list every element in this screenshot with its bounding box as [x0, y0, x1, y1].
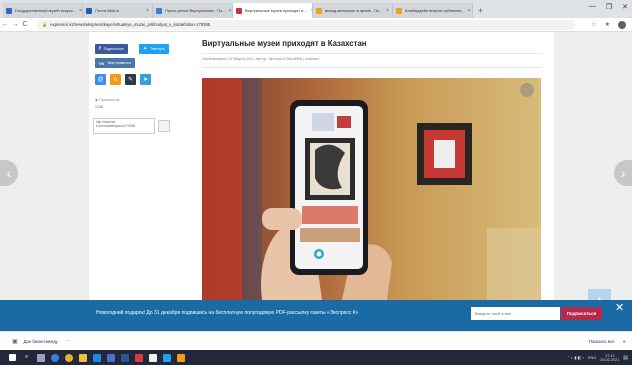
browser-tab[interactable]: Пресс-релиз Виртуальная - По... ×	[153, 3, 233, 18]
back-button[interactable]: ←	[0, 21, 10, 28]
tab-title: Государственный музей искусс...	[15, 8, 77, 13]
tab-title: выезд-материал в архив - По...	[325, 8, 383, 13]
browser-tab[interactable]: Виртуальные музеи приходят в ...×	[233, 3, 313, 18]
chrome-icon[interactable]	[65, 353, 74, 362]
livejournal-share-icon[interactable]: ✎	[125, 74, 136, 85]
tray-icons[interactable]: ⌃ ◐ ▮ ◧ ♪	[567, 355, 584, 360]
tab-close-icon[interactable]: ×	[465, 8, 471, 14]
forward-button[interactable]: →	[10, 21, 20, 28]
download-bar: ▣ Дин бизнесменду ⌃ Показать все ✕	[0, 331, 632, 350]
app-icon[interactable]	[51, 353, 60, 362]
divider	[202, 67, 542, 68]
subscribe-button[interactable]: Подписаться	[561, 307, 602, 320]
tab-favicon-icon	[6, 7, 12, 14]
tab-favicon-icon	[86, 7, 92, 14]
notifications-icon[interactable]: ▤	[623, 355, 628, 361]
extension-icon[interactable]: ★	[605, 21, 610, 28]
copy-link-icon[interactable]	[158, 120, 170, 132]
mailru-share-icon[interactable]: @	[95, 74, 106, 85]
article-photo[interactable]	[202, 78, 541, 300]
scroll-to-top-button[interactable]: ▲	[588, 289, 611, 300]
subscription-banner: Новогодний подарок! До 31 декабря подпиш…	[0, 300, 632, 331]
url-input[interactable]: 🔒 express-k.kz/news/ekspress/kaye/virtua…	[36, 19, 576, 30]
odnoklassniki-share-icon[interactable]: o	[110, 74, 121, 85]
browser-tab[interactable]: Почта Mail.ru ×	[83, 3, 153, 18]
download-bar-close-icon[interactable]: ✕	[622, 339, 626, 344]
tab-title: Бомбардейн витрин публичны...	[405, 8, 465, 13]
views-label: ◉ Просмотров	[95, 98, 120, 102]
language-indicator[interactable]: ENG	[588, 356, 596, 360]
next-article-arrow[interactable]: ›	[614, 160, 632, 186]
clock-date[interactable]: 26.02.2021	[600, 358, 619, 362]
app-icon[interactable]	[177, 353, 186, 362]
article-meta: Опубликовано 02 Марта 2021 Автор: Татьян…	[202, 57, 320, 61]
lock-icon: 🔒	[42, 21, 48, 27]
article-title: Виртуальные музеи приходят в Казахстан	[202, 39, 367, 48]
tab-close-icon[interactable]: ×	[226, 8, 232, 14]
tab-close-icon[interactable]: ×	[76, 8, 82, 14]
explorer-icon[interactable]	[79, 353, 88, 362]
vk-icon: VK	[99, 60, 105, 66]
browser-tab[interactable]: выезд-материал в архив - По... ×	[313, 3, 393, 18]
facebook-icon: f	[99, 46, 101, 52]
profile-avatar[interactable]	[618, 20, 626, 29]
search-icon[interactable]: ⌕	[25, 354, 28, 361]
email-input[interactable]	[471, 307, 560, 320]
app-icon[interactable]	[149, 353, 158, 362]
telegram-share-icon[interactable]: ➤	[140, 74, 151, 85]
browser-tab-bar: Государственный музей искусс... × Почта Ma…	[0, 0, 632, 18]
app-icon[interactable]	[135, 353, 144, 362]
tab-title: Почта Mail.ru	[95, 8, 120, 13]
minimize-button[interactable]: —	[589, 3, 596, 11]
page-viewport: ‹ › f Поделиться ✦ Твитнуть VK Мне нрави…	[0, 32, 632, 300]
twitter-icon: ✦	[143, 46, 148, 52]
browser-tab[interactable]: Государственный музей искусс... ×	[3, 3, 83, 18]
bookmark-star-icon[interactable]: ☆	[591, 21, 596, 28]
tab-title: Пресс-релиз Виртуальная - По...	[165, 8, 226, 13]
maximize-button[interactable]: ❐	[606, 3, 612, 11]
short-link-field[interactable]: http://express-k.kz/news/ekspress/179395	[93, 118, 155, 134]
app-icon[interactable]	[163, 353, 172, 362]
reload-button[interactable]: C	[20, 21, 30, 28]
vk-share-button[interactable]: VK Мне нравится	[95, 58, 135, 68]
tab-close-icon[interactable]: ×	[143, 8, 149, 14]
tab-title: Виртуальные музеи приходят в ...	[245, 8, 308, 13]
banner-text: Новогодний подарок! До 31 декабря подпиш…	[96, 310, 359, 316]
window-controls: — ❐ ✕	[589, 3, 628, 11]
tab-favicon-icon	[156, 7, 162, 14]
file-icon: ▣	[12, 338, 18, 345]
tab-favicon-icon	[316, 7, 322, 14]
prev-article-arrow[interactable]: ‹	[0, 160, 18, 186]
download-item[interactable]: Дин бизнесменду	[24, 339, 58, 344]
browser-tab[interactable]: Бомбардейн витрин публичны... ×	[393, 3, 473, 18]
show-all-downloads[interactable]: Показать все	[589, 339, 615, 344]
mail-icon[interactable]	[93, 353, 102, 362]
tab-favicon-icon	[396, 7, 402, 14]
new-tab-button[interactable]: +	[473, 3, 488, 18]
facebook-share-button[interactable]: f Поделиться	[95, 44, 128, 54]
task-view-icon[interactable]	[37, 353, 46, 362]
taskbar: ⌕ ⌃ ◐ ▮ ◧ ♪ ENG 17:12 26.02.2021 ▤	[0, 350, 632, 365]
windows-start-icon[interactable]	[9, 354, 16, 361]
word-icon[interactable]	[121, 353, 130, 362]
banner-close-icon[interactable]: ✕	[615, 301, 624, 314]
views-count: 1338	[95, 105, 103, 109]
close-window-button[interactable]: ✕	[622, 3, 628, 11]
store-icon[interactable]	[107, 353, 116, 362]
address-bar: ← → C 🔒 express-k.kz/news/ekspress/kaye/…	[0, 18, 632, 32]
tab-favicon-icon	[236, 7, 242, 14]
divider	[202, 53, 542, 54]
system-tray: ⌃ ◐ ▮ ◧ ♪ ENG 17:12 26.02.2021 ▤	[567, 354, 632, 362]
chevron-up-icon[interactable]: ⌃	[66, 339, 70, 344]
tab-close-icon[interactable]: ×	[383, 8, 389, 14]
twitter-share-button[interactable]: ✦ Твитнуть	[139, 44, 170, 54]
photo-illustration	[202, 78, 541, 300]
